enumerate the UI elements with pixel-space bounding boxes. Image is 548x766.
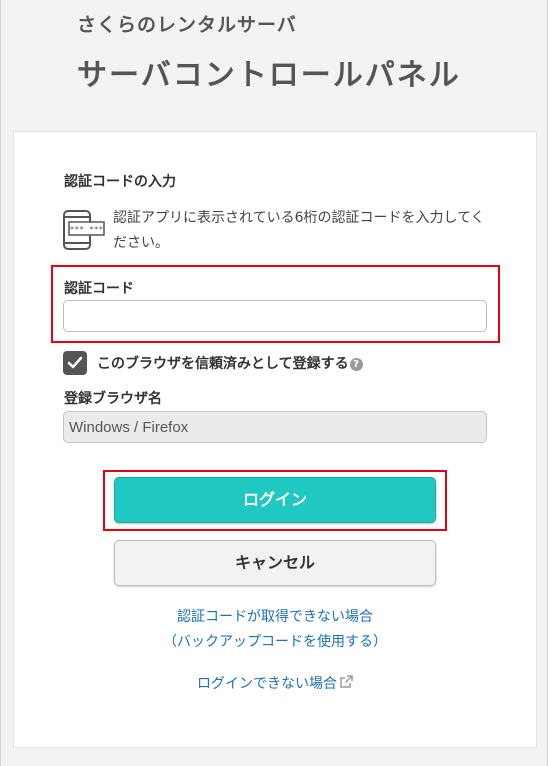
browser-name-input[interactable] xyxy=(63,411,487,443)
instruction-text: 認証アプリに表示されている6桁の認証コードを入力してください。 xyxy=(113,210,485,251)
no-code-link-line2[interactable]: （バックアップコードを使用する） xyxy=(114,630,436,655)
external-link-icon xyxy=(340,675,353,688)
page-title: サーバコントロールパネル xyxy=(77,58,461,93)
cant-login-link-label[interactable]: ログインできない場合 xyxy=(197,676,337,692)
phone-icon-code: *** *** xyxy=(70,225,104,234)
trust-browser-label[interactable]: このブラウザを信頼済みとして登録する xyxy=(97,356,349,372)
browser-name-label: 登録ブラウザ名 xyxy=(64,391,162,407)
check-icon xyxy=(67,356,83,369)
code-label: 認証コード xyxy=(64,281,134,297)
login-button[interactable]: ログイン xyxy=(114,477,436,523)
trust-browser-checkbox[interactable] xyxy=(63,351,87,375)
phone-icon: *** *** xyxy=(63,210,105,250)
no-code-link[interactable]: 認証コードが取得できない場合 （バックアップコードを使用する） xyxy=(114,605,436,655)
cant-login-link[interactable]: ログインできない場合 xyxy=(114,674,436,694)
auth-code-input[interactable] xyxy=(63,300,487,332)
service-name: さくらのレンタルサーバ xyxy=(77,14,297,36)
trust-browser-label-wrap[interactable]: このブラウザを信頼済みとして登録する? xyxy=(97,353,363,373)
no-code-link-line1[interactable]: 認証コードが取得できない場合 xyxy=(114,605,436,630)
section-title: 認証コードの入力 xyxy=(64,174,176,190)
help-icon[interactable]: ? xyxy=(349,358,363,371)
cancel-button[interactable]: キャンセル xyxy=(114,540,436,586)
